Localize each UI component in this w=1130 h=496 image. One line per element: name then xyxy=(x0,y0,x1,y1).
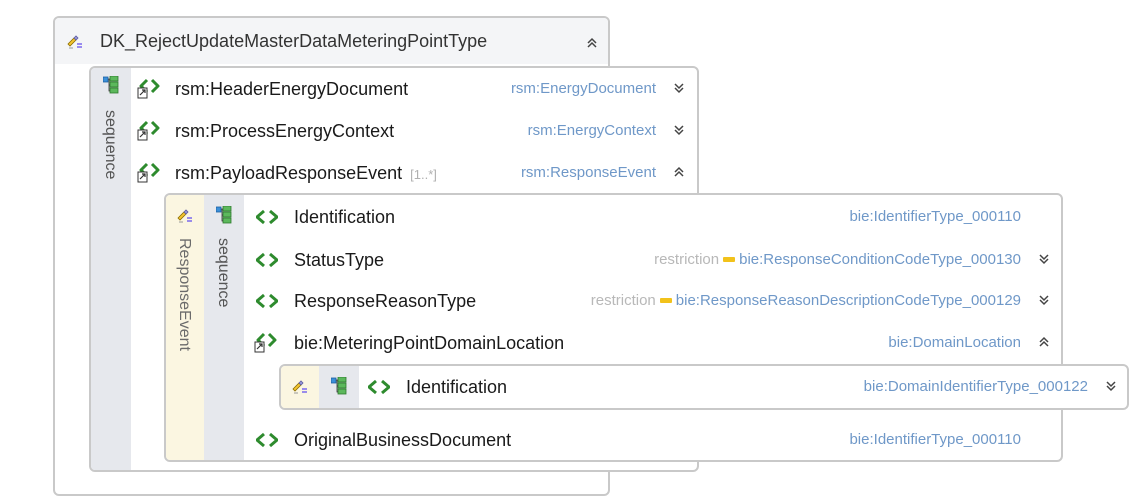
item-name: ResponseReasonType xyxy=(294,290,477,311)
item-name: Identification xyxy=(406,376,508,397)
minus-icon xyxy=(723,256,736,262)
chevron-up-icon[interactable] xyxy=(1037,335,1051,349)
item-name: bie:MeteringPointDomainLocation xyxy=(294,332,565,353)
item-type[interactable]: bie:DomainLocation xyxy=(888,334,1021,351)
minus-icon xyxy=(659,297,672,303)
element-type[interactable]: rsm:EnergyDocument xyxy=(511,80,656,97)
domain-location-identification[interactable]: Identification bie:DomainIdentifierType_… xyxy=(362,372,1122,402)
element-multiplicity: [1..*] xyxy=(410,166,437,182)
simple-element-icon xyxy=(367,379,391,395)
element-name: rsm:HeaderEnergyDocument xyxy=(175,78,409,99)
item-type[interactable]: bie:DomainIdentifierType_000122 xyxy=(864,378,1088,395)
response-sequence-strip xyxy=(204,195,244,460)
sequence-icon xyxy=(102,75,119,94)
element-header-energy-document[interactable]: rsm:HeaderEnergyDocument rsm:EnergyDocum… xyxy=(135,74,690,104)
element-process-energy-context[interactable]: rsm:ProcessEnergyContext rsm:EnergyConte… xyxy=(135,116,690,146)
item-response-reason-type[interactable]: ResponseReasonType restriction bie:Respon… xyxy=(250,286,1055,316)
root-sequence-label: sequence xyxy=(102,110,119,180)
complex-type-icon xyxy=(290,378,310,396)
chevron-down-icon[interactable] xyxy=(672,81,686,95)
item-name: OriginalBusinessDocument xyxy=(294,429,512,450)
simple-element-icon xyxy=(255,432,279,448)
element-reference-icon xyxy=(253,332,278,354)
chevron-down-icon[interactable] xyxy=(1037,252,1051,266)
item-name: Identification xyxy=(294,206,396,227)
sequence-icon xyxy=(330,376,347,395)
response-sequence-label: sequence xyxy=(215,238,232,308)
element-type[interactable]: rsm:EnergyContext xyxy=(528,122,656,139)
simple-element-icon xyxy=(255,293,279,309)
element-reference-icon xyxy=(136,120,161,142)
element-reference-icon xyxy=(136,78,161,100)
chevron-up-icon[interactable] xyxy=(585,36,599,50)
item-metering-point-domain-location[interactable]: bie:MeteringPointDomainLocation bie:Doma… xyxy=(250,328,1055,358)
complex-type-icon xyxy=(65,33,85,51)
element-payload-response-event[interactable]: rsm:PayloadResponseEvent [1..*] rsm:Resp… xyxy=(135,158,690,188)
item-original-business-document[interactable]: OriginalBusinessDocument bie:IdentifierT… xyxy=(250,425,1055,455)
item-type[interactable]: bie:IdentifierType_000110 xyxy=(849,431,1021,448)
item-type[interactable]: bie:ResponseConditionCodeType_000130 xyxy=(739,251,1021,268)
restriction-label: restriction xyxy=(654,251,720,268)
chevron-down-icon[interactable] xyxy=(1104,379,1118,393)
element-name: rsm:PayloadResponseEvent xyxy=(175,162,403,183)
item-type-wrapper: restriction bie:ResponseConditionCodeType… xyxy=(654,251,1021,268)
item-identification[interactable]: Identification bie:IdentifierType_000110 xyxy=(250,202,1055,232)
item-type[interactable]: bie:ResponseReasonDescriptionCodeType_00… xyxy=(676,292,1021,309)
chevron-down-icon[interactable] xyxy=(1037,293,1051,307)
chevron-up-icon[interactable] xyxy=(672,165,686,179)
item-name: StatusType xyxy=(294,249,385,270)
item-type[interactable]: bie:IdentifierType_000110 xyxy=(849,208,1021,225)
element-reference-icon xyxy=(136,162,161,184)
simple-element-icon xyxy=(255,209,279,225)
restriction-label: restriction xyxy=(590,292,656,309)
complex-type-icon xyxy=(175,207,195,225)
item-status-type[interactable]: StatusType restriction bie:ResponseCondit… xyxy=(250,245,1055,275)
simple-element-icon xyxy=(255,252,279,268)
root-type-title: DK_RejectUpdateMasterDataMeteringPointTy… xyxy=(100,31,488,51)
sequence-icon xyxy=(215,205,232,224)
element-name: rsm:ProcessEnergyContext xyxy=(175,120,395,141)
response-event-label: ResponseEvent xyxy=(176,238,193,351)
element-type[interactable]: rsm:ResponseEvent xyxy=(521,164,656,181)
chevron-down-icon[interactable] xyxy=(672,123,686,137)
item-type-wrapper: restriction bie:ResponseReasonDescription… xyxy=(591,292,1021,309)
